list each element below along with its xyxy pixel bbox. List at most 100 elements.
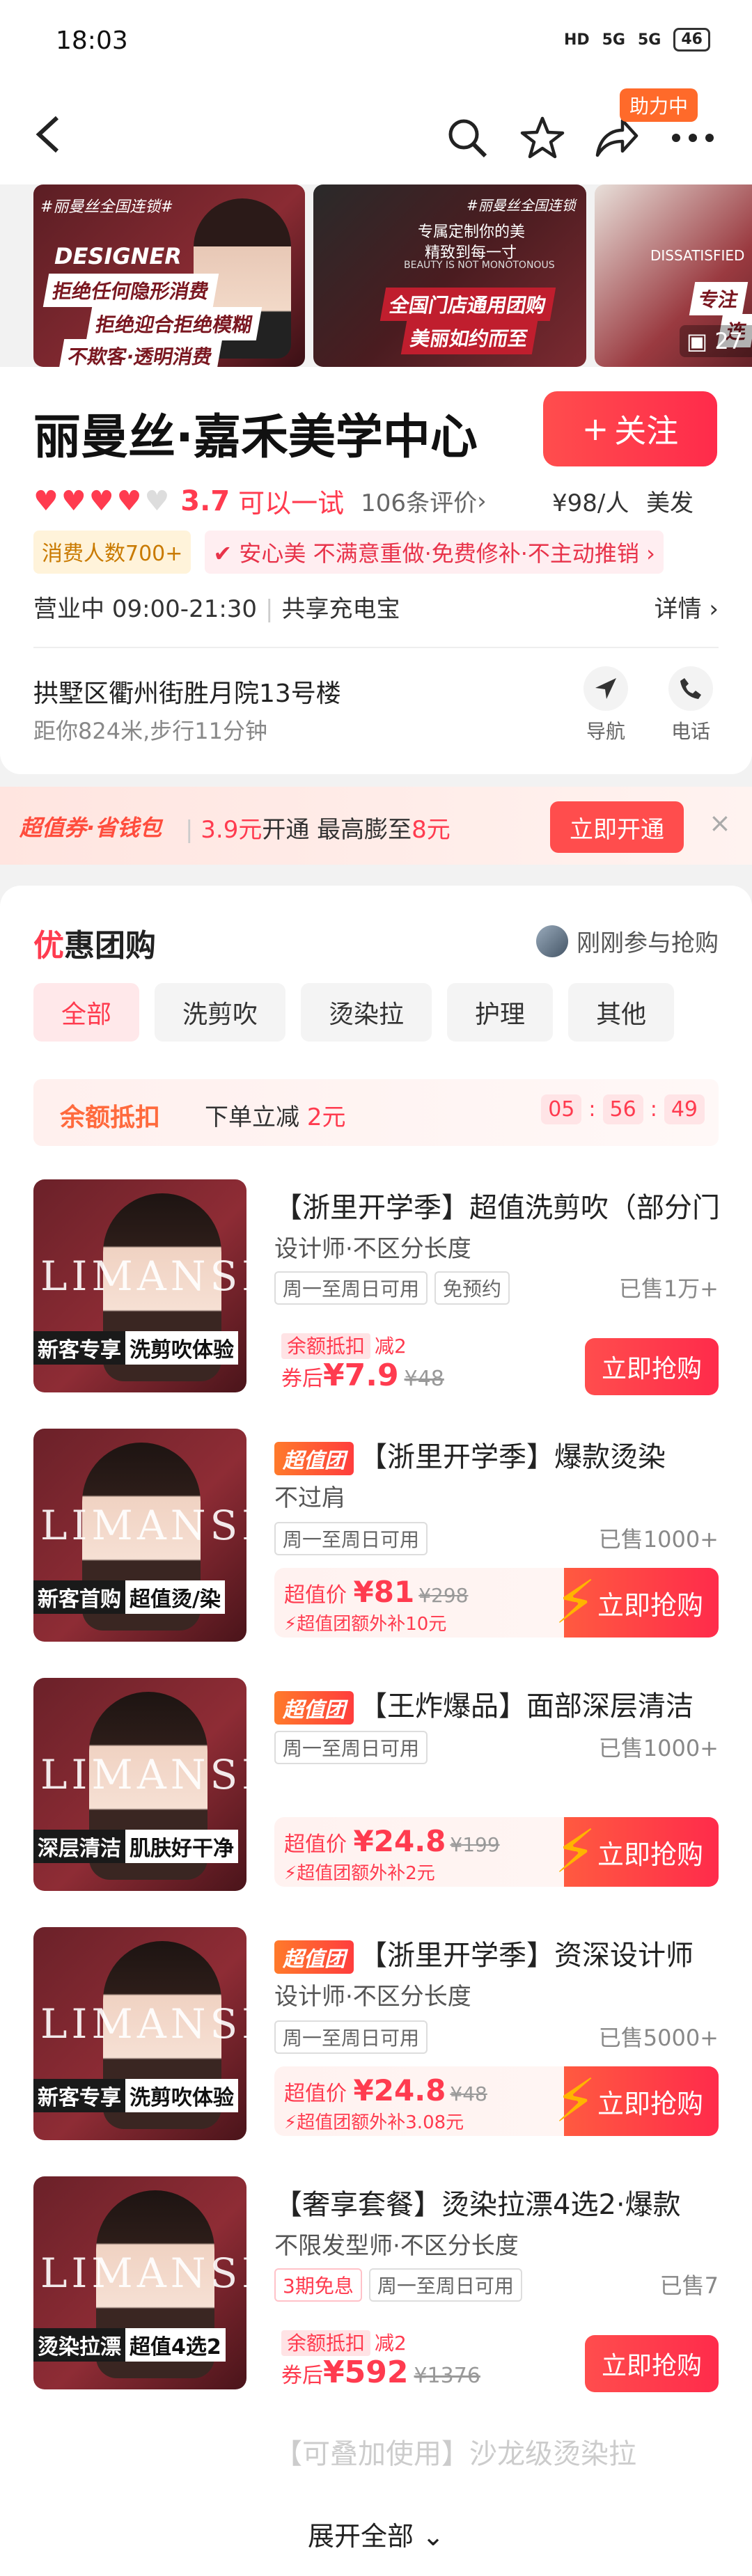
deal-thumbnail: LIMANSI 深层清洁 肌肤好干净 [33,1678,246,1891]
rating-level: 可以一试 [238,488,345,519]
deal-item[interactable]: LIMANSI新客专享洗剪吹体验 【浙里开学季】超值洗剪吹（部分门店） 设计师·… [33,1179,719,1395]
extra-subsidy: 超值团额外补2元 [297,1863,435,1884]
deal-tag: 周一至周日可用 [274,2020,428,2054]
tab-wash-cut-blow[interactable]: 洗剪吹 [155,983,286,1042]
deal-price: ¥24.8 [353,2073,446,2107]
countdown-timer: 05: 56: 49 [541,1094,705,1124]
tab-care[interactable]: 护理 [447,983,554,1042]
buy-now-button[interactable]: 立即抢购 [585,1338,719,1395]
deal-thumbnail: LIMANSI 新客专享 洗剪吹体验 [33,1179,246,1392]
follow-button[interactable]: + 关注 [543,391,717,466]
thumb-caption-1: 新客专享 [33,2079,125,2112]
avg-price: ¥98/人 [552,489,629,517]
gallery-image-3[interactable]: DISSATISFIED 专注 连 ▣ 27 › [595,184,752,367]
review-count[interactable]: 106条评价 [361,484,477,518]
deal-name-text: 【浙里开学季】爆款烫染 [359,1441,666,1473]
hours-row: 营业中 09:00-21:30 | 共享充电宝 [33,595,400,623]
phone-button[interactable]: 电话 [663,666,719,744]
open-now-button[interactable]: 立即开通 [550,801,684,853]
tab-perm-dye[interactable]: 烫染拉 [301,983,432,1042]
star-icon[interactable] [518,113,567,162]
deal-item[interactable]: LIMANSI 烫染拉漂 超值4选2 【奢享套餐】烫染拉漂4选2·爆款 不限发型师·… [33,2176,719,2392]
partial-deal-name: 【可叠加使用】沙龙级烫染拉 [274,2438,636,2470]
photo-gallery[interactable]: #丽曼丝全国连锁# DESIGNER 拒绝任何隐形消费 拒绝迎合拒绝模糊 不欺客… [33,184,752,367]
deal-item[interactable]: LIMANSI 深层清洁 肌肤好干净 超值团 【王炸爆品】面部深层清洁 周一至周日可用… [33,1678,719,1894]
deal-tags: 周一至周日可用 [274,1731,428,1764]
buy-now-label: 立即抢购 [597,1589,703,1621]
deal-tag: 周一至周日可用 [368,2268,522,2302]
deal-subtitle: 设计师·不区分长度 [274,1983,471,2011]
phone-label: 电话 [671,720,710,743]
section-title: 优惠团购 [33,920,156,965]
bolt-icon: ⚡ [554,1568,597,1638]
top-nav: 助力中 [0,80,752,184]
sold-count: 已售5000+ [598,2025,719,2051]
tab-all[interactable]: 全部 [33,983,140,1042]
buy-now-button[interactable]: 立即抢购 [585,2335,719,2392]
gallery-tag: #丽曼丝全国连锁 [467,197,576,214]
buy-now-label: 立即抢购 [597,1839,703,1870]
heart-rating-icon: ♥ ♥ ♥ ♥ ♥ [33,485,170,517]
countdown-seconds: 49 [664,1094,705,1124]
extra-subsidy: 超值团额外补10元 [297,1614,447,1635]
gallery-sub: DISSATISFIED [650,247,745,264]
gallery-sub: BEAUTY IS NOT MONOTONOUS [404,260,555,271]
deal-price: ¥592 [323,2355,409,2390]
deal-price: ¥7.9 [323,1358,399,1393]
buy-now-button[interactable]: ⚡ 立即抢购 [554,1817,719,1887]
discount-tag: 减2 [375,1335,407,1358]
detail-link[interactable]: 详情 › [655,590,719,624]
chevron-right-icon: › [477,487,487,515]
safe-badge-desc: 不满意重做·免费修补·不主动推销 [313,540,639,567]
promo-tag: 超值券·省钱包 [19,815,162,841]
balance-desc: 下单立减 2元 [205,1098,345,1132]
deal-tag: 免预约 [434,1271,510,1305]
deal-item[interactable]: LIMANSI 新客首购 超值烫/染 超值团 【浙里开学季】爆款烫染 不过肩 周一至周… [33,1429,719,1644]
live-text: 刚刚参与抢购 [577,929,719,957]
rating-row[interactable]: ♥ ♥ ♥ ♥ ♥ 3.7 可以一试 106条评价 › ¥98/人 美发 [33,482,694,520]
status-bar: 18:03 HD 5G 5G 46 [0,0,752,80]
balance-desc-text: 下单立减 [205,1104,299,1131]
deal-item[interactable]: LIMANSI 新客专享 洗剪吹体验 超值团 【浙里开学季】资深设计师 设计师·不区分… [33,1927,719,2143]
buy-now-button[interactable]: ⚡ 立即抢购 [554,1568,719,1638]
tab-other[interactable]: 其他 [568,983,675,1042]
original-price: ¥48 [404,1367,444,1391]
battery-icon: 46 [673,28,710,52]
expand-all-button[interactable]: 展开全部 ⌄ [0,2515,752,2553]
gallery-image-2[interactable]: #丽曼丝全国连锁 专属定制你的美 精致到每一寸 BEAUTY IS NOT MO… [313,184,586,367]
open-status: 营业中 [33,595,104,623]
promo-banner[interactable]: 超值券·省钱包 | 3.9元开通 最高膨至8元 立即开通 × [0,787,752,865]
original-price: ¥48 [450,2082,487,2105]
super-price-label: 超值价 [284,1583,347,1608]
super-price-box: 超值价 ¥24.8 ¥48 ⚡超值团额外补3.08元 ⚡ 立即抢购 [274,2066,719,2136]
price-box: 余额抵扣 减2 券后¥7.9 ¥48 立即抢购 [274,1328,719,1395]
safe-badge[interactable]: ✔ 安心美 不满意重做·免费修补·不主动推销 › [205,531,664,574]
shop-category: 美发 [646,489,694,517]
navigate-button[interactable]: 导航 [578,666,634,744]
detail-label: 详情 [654,595,702,623]
search-icon[interactable] [443,113,492,162]
deal-name: 【浙里开学季】超值洗剪吹（部分门店） [274,1192,719,1224]
rating-score: 3.7 [180,485,230,517]
thumb-caption-2: 洗剪吹体验 [125,2079,238,2112]
deal-tag: 周一至周日可用 [274,1522,428,1555]
gallery-image-1[interactable]: #丽曼丝全国连锁# DESIGNER 拒绝任何隐形消费 拒绝迎合拒绝模糊 不欺客… [33,184,305,367]
gallery-count[interactable]: ▣ 27 › [679,325,752,357]
promo-text: | 3.9元开通 最高膨至8元 [185,816,451,844]
buy-now-button[interactable]: ⚡ 立即抢购 [554,2066,719,2136]
deal-name: 超值团 【王炸爆品】面部深层清洁 [274,1683,719,1725]
balance-tag: 余额抵扣 [281,2330,371,2356]
address[interactable]: 拱墅区衢州街胜月院13号楼 [33,673,341,709]
title-rest: 惠团购 [64,928,156,964]
extra-subsidy: 超值团额外补3.08元 [297,2112,464,2133]
deal-name: 超值团 【浙里开学季】爆款烫染 [274,1434,719,1475]
deal-tags: 3期免息 周一至周日可用 [274,2268,522,2302]
close-icon[interactable]: × [709,808,731,838]
more-icon[interactable] [668,113,717,162]
distance: 距你824米,步行11分钟 [33,718,267,744]
deal-subtitle: 不限发型师·不区分长度 [274,2232,519,2260]
deal-price: ¥24.8 [353,1824,446,1858]
super-price-box: 超值价 ¥81 ¥298 ⚡超值团额外补10元 ⚡ 立即抢购 [274,1568,719,1638]
balance-label: 余额抵扣 [60,1104,161,1132]
back-icon[interactable] [33,113,61,162]
